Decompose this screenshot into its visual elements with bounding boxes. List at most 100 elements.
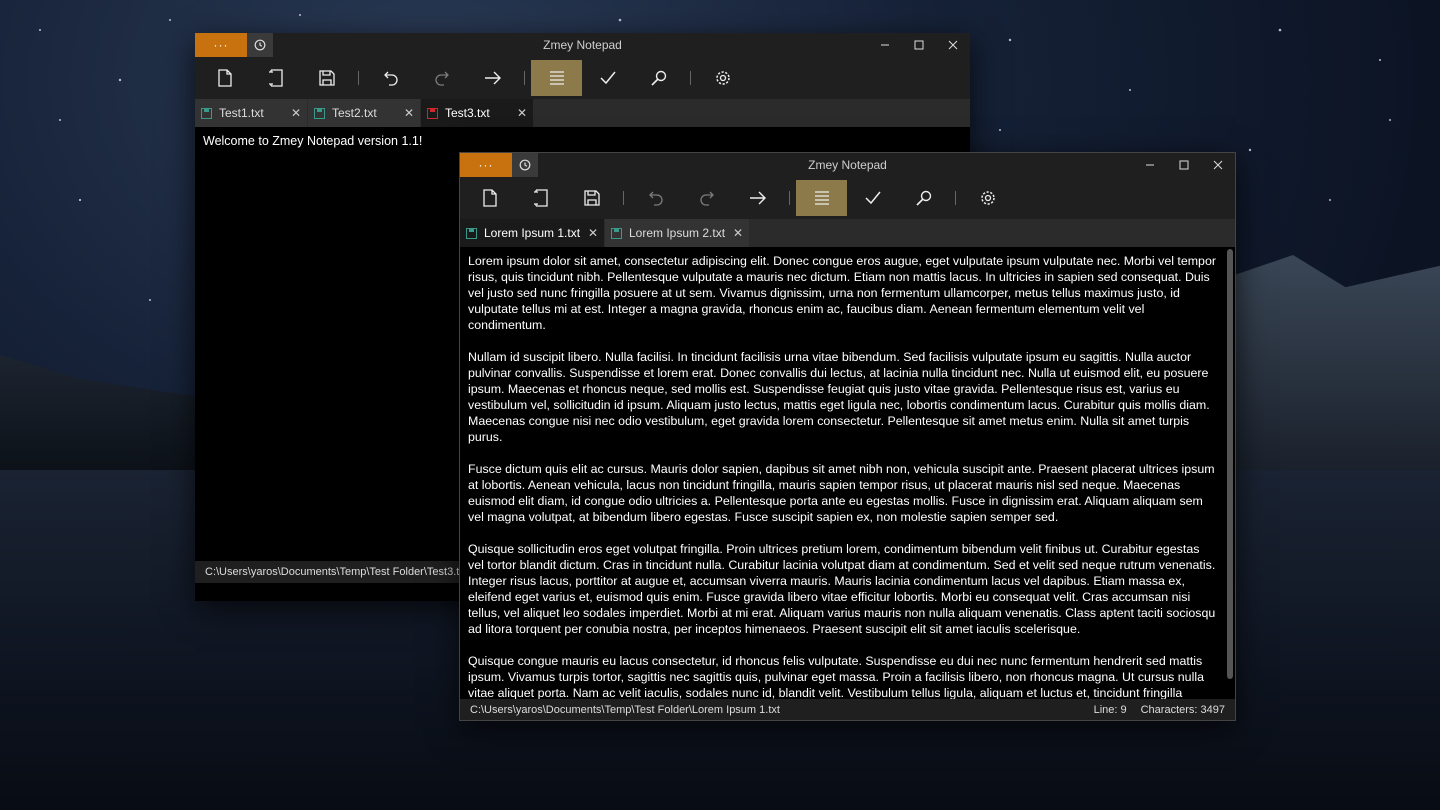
settings-icon — [980, 191, 995, 205]
word-wrap-icon — [549, 71, 564, 85]
maximize-icon — [914, 40, 924, 50]
open-file-icon — [533, 189, 548, 207]
toolbar-separator — [358, 71, 359, 85]
tab-label: Test3.txt — [445, 106, 490, 120]
menu-button[interactable]: ··· — [460, 153, 512, 177]
status-file-path: C:\Users\yaros\Documents\Temp\Test Folde… — [470, 703, 780, 716]
tab-strip: Lorem Ipsum 1.txt ✕ Lorem Ipsum 2.txt ✕ — [460, 219, 1235, 247]
toolbar — [195, 57, 970, 99]
file-unsaved-icon — [427, 107, 438, 119]
window-title: Zmey Notepad — [808, 158, 887, 172]
minimize-button[interactable] — [1133, 153, 1167, 177]
settings-button[interactable] — [962, 180, 1013, 216]
minimize-button[interactable] — [868, 33, 902, 57]
paragraph: Lorem ipsum dolor sit amet, consectetur … — [468, 254, 1216, 332]
undo-icon — [648, 191, 663, 206]
tab-close-button[interactable]: ✕ — [517, 106, 527, 120]
close-button[interactable] — [936, 33, 970, 57]
spell-check-button[interactable] — [847, 180, 898, 216]
go-to-icon — [749, 191, 766, 205]
go-to-icon — [484, 71, 501, 85]
paragraph: Quisque sollicitudin eros eget volutpat … — [468, 542, 1216, 636]
minimize-icon — [881, 44, 889, 46]
clock-icon — [254, 39, 266, 51]
tab-label: Test1.txt — [219, 106, 264, 120]
open-file-button[interactable] — [250, 60, 301, 96]
text-editor[interactable]: Lorem ipsum dolor sit amet, consectetur … — [460, 247, 1235, 699]
file-saved-icon — [466, 227, 477, 239]
tab-test1[interactable]: Test1.txt ✕ — [195, 99, 307, 127]
window-title: Zmey Notepad — [543, 38, 622, 52]
tab-lorem-ipsum-2[interactable]: Lorem Ipsum 2.txt ✕ — [605, 219, 749, 247]
maximize-button[interactable] — [902, 33, 936, 57]
settings-button[interactable] — [697, 60, 748, 96]
tab-test2[interactable]: Test2.txt ✕ — [308, 99, 420, 127]
spell-check-icon — [864, 191, 881, 205]
status-characters: Characters: 3497 — [1140, 703, 1225, 716]
undo-button[interactable] — [630, 180, 681, 216]
toolbar-separator — [690, 71, 691, 85]
file-saved-icon — [314, 107, 325, 119]
word-wrap-icon — [814, 191, 829, 205]
tab-label: Lorem Ipsum 1.txt — [484, 226, 581, 240]
toolbar — [460, 177, 1235, 219]
spell-check-button[interactable] — [582, 60, 633, 96]
maximize-button[interactable] — [1167, 153, 1201, 177]
save-button[interactable] — [301, 60, 352, 96]
new-file-button[interactable] — [464, 180, 515, 216]
search-button[interactable] — [633, 60, 684, 96]
word-wrap-button[interactable] — [531, 60, 582, 96]
search-icon — [650, 70, 666, 86]
tab-close-button[interactable]: ✕ — [404, 106, 414, 120]
tab-close-button[interactable]: ✕ — [588, 226, 598, 240]
status-line: Line: 9 — [1093, 703, 1127, 716]
toolbar-separator — [524, 71, 525, 85]
scrollbar-thumb[interactable] — [1227, 249, 1233, 679]
minimize-icon — [1146, 164, 1154, 166]
go-to-button[interactable] — [732, 180, 783, 216]
title-bar[interactable]: ··· Zmey Notepad — [460, 153, 1235, 177]
toolbar-separator — [789, 191, 790, 205]
close-icon — [948, 40, 958, 50]
editor-text: Welcome to Zmey Notepad version 1.1! — [203, 134, 423, 148]
close-button[interactable] — [1201, 153, 1235, 177]
tab-close-button[interactable]: ✕ — [291, 106, 301, 120]
tab-label: Test2.txt — [332, 106, 377, 120]
status-file-path: C:\Users\yaros\Documents\Temp\Test Folde… — [205, 566, 468, 578]
title-bar[interactable]: ··· Zmey Notepad — [195, 33, 970, 57]
paragraph: Quisque congue mauris eu lacus consectet… — [468, 654, 1204, 699]
tab-close-button[interactable]: ✕ — [733, 226, 743, 240]
tab-label: Lorem Ipsum 2.txt — [629, 226, 726, 240]
file-saved-icon — [201, 107, 212, 119]
paragraph: Nullam id suscipit libero. Nulla facilis… — [468, 350, 1210, 444]
tab-lorem-ipsum-1[interactable]: Lorem Ipsum 1.txt ✕ — [460, 219, 604, 247]
word-wrap-button[interactable] — [796, 180, 847, 216]
close-icon — [1213, 160, 1223, 170]
menu-button[interactable]: ··· — [195, 33, 247, 57]
settings-icon — [715, 71, 730, 85]
tab-test3[interactable]: Test3.txt ✕ — [421, 99, 533, 127]
redo-button[interactable] — [416, 60, 467, 96]
tab-strip: Test1.txt ✕ Test2.txt ✕ Test3.txt ✕ — [195, 99, 970, 127]
history-button[interactable] — [512, 153, 538, 177]
search-icon — [915, 190, 931, 206]
toolbar-separator — [623, 191, 624, 205]
vertical-scrollbar[interactable] — [1227, 249, 1233, 697]
redo-icon — [699, 191, 714, 206]
new-file-icon — [217, 69, 232, 87]
search-button[interactable] — [898, 180, 949, 216]
go-to-button[interactable] — [467, 60, 518, 96]
toolbar-separator — [955, 191, 956, 205]
history-button[interactable] — [247, 33, 273, 57]
undo-button[interactable] — [365, 60, 416, 96]
undo-icon — [383, 71, 398, 86]
save-icon — [318, 70, 335, 86]
spell-check-icon — [599, 71, 616, 85]
redo-button[interactable] — [681, 180, 732, 216]
open-file-button[interactable] — [515, 180, 566, 216]
new-file-button[interactable] — [199, 60, 250, 96]
maximize-icon — [1179, 160, 1189, 170]
save-button[interactable] — [566, 180, 617, 216]
front-notepad-window[interactable]: ··· Zmey Notepad Lorem Ipsum 1.txt ✕ Lor… — [459, 152, 1236, 721]
clock-icon — [519, 159, 531, 171]
